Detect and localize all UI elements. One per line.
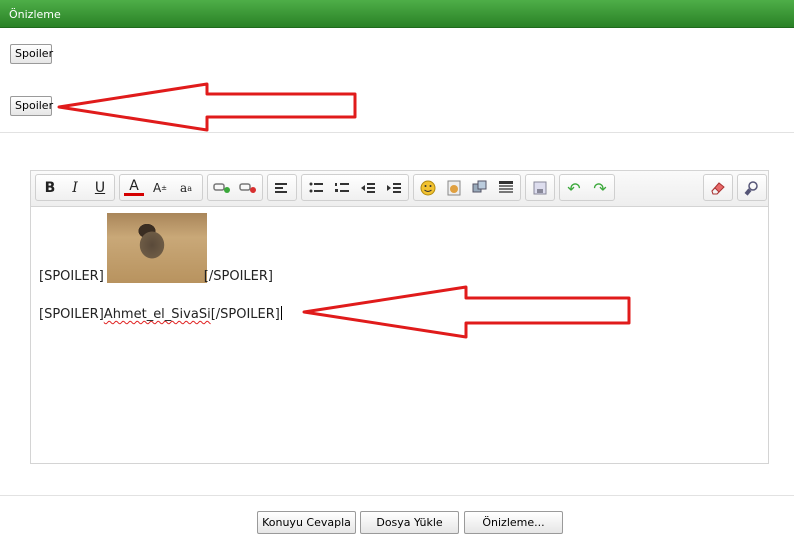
text-color-icon[interactable]: A <box>124 178 144 196</box>
font-size-icon[interactable]: aa <box>176 179 196 197</box>
source-icon[interactable] <box>742 179 762 197</box>
toolbar-group-source <box>737 174 767 201</box>
toolbar-group-format: B I U <box>35 174 115 201</box>
misspelled-word: Ahmet_el_SivaSi <box>103 307 211 322</box>
bullet-list-icon[interactable] <box>306 179 326 197</box>
spoiler-button-2[interactable]: Spoiler <box>10 96 53 116</box>
upload-file-button[interactable]: Dosya Yükle <box>360 511 459 534</box>
toolbar-group-font: A A ± aa <box>119 174 203 201</box>
eraser-icon[interactable] <box>708 179 728 197</box>
insert-link-icon[interactable] <box>212 179 232 197</box>
toolbar-group-link <box>207 174 263 201</box>
bold-icon[interactable]: B <box>40 179 60 197</box>
preview-button[interactable]: Önizleme... <box>464 511 563 534</box>
align-icon[interactable] <box>272 179 292 197</box>
toolbar-group-save <box>525 174 555 201</box>
smiley-icon[interactable] <box>418 179 438 197</box>
remove-link-icon[interactable] <box>238 179 258 197</box>
redo-icon[interactable]: ↷ <box>590 179 610 198</box>
editor-toolbar: B I U A A ± aa ↶ ↷ <box>31 171 768 207</box>
spoiler-open-tag: [SPOILER] <box>39 307 104 322</box>
save-icon[interactable] <box>530 179 550 197</box>
numbered-list-icon[interactable] <box>332 179 352 197</box>
reply-button[interactable]: Konuyu Cevapla <box>257 511 356 534</box>
spoiler-close-tag: [/SPOILER] <box>210 307 280 322</box>
window-title: Önizleme <box>9 8 61 21</box>
divider <box>0 495 794 496</box>
superscript-icon[interactable]: A ± <box>150 179 170 197</box>
spoiler-close-tag: [/SPOILER] <box>203 269 273 284</box>
toolbar-group-history: ↶ ↷ <box>559 174 615 201</box>
text-cursor <box>280 306 282 320</box>
media-icon[interactable] <box>470 179 490 197</box>
image-icon[interactable] <box>444 179 464 197</box>
indent-icon[interactable] <box>384 179 404 197</box>
underline-icon[interactable]: U <box>90 179 110 197</box>
annotation-arrow-1 <box>57 82 357 132</box>
italic-icon[interactable]: I <box>65 179 85 197</box>
annotation-arrow-2 <box>302 285 631 339</box>
outdent-icon[interactable] <box>358 179 378 197</box>
spoiler-open-tag: [SPOILER] <box>39 269 104 284</box>
editor-line-1: [SPOILER] [/SPOILER] <box>39 269 273 284</box>
toolbar-group-clear <box>703 174 733 201</box>
toolbar-group-insert <box>413 174 521 201</box>
undo-icon[interactable]: ↶ <box>564 179 584 198</box>
spoiler-button-1[interactable]: Spoiler <box>10 44 53 64</box>
table-icon[interactable] <box>496 179 516 197</box>
toolbar-group-list <box>301 174 409 201</box>
toolbar-group-align <box>267 174 297 201</box>
editor-line-2: [SPOILER]Ahmet_el_SivaSi[/SPOILER] <box>39 306 282 322</box>
divider <box>0 132 794 133</box>
window-titlebar: Önizleme <box>0 0 794 28</box>
